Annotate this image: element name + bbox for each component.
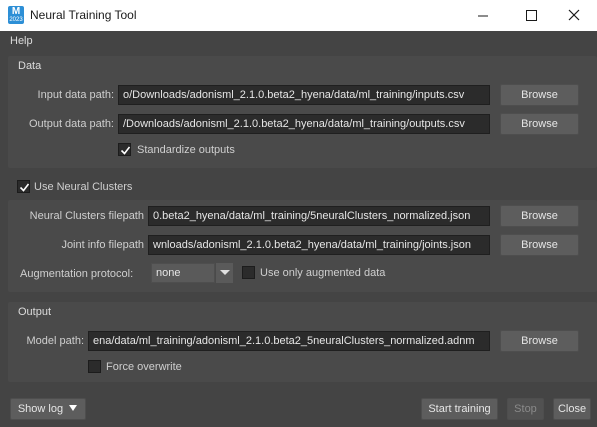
output-section-title: Output (18, 306, 52, 318)
show-log-label: Show log (17, 403, 64, 415)
menu-bar: Help (0, 31, 597, 51)
output-browse-button[interactable]: Browse (500, 113, 579, 135)
input-data-path-value: o/Downloads/adonisml_2.1.0.beta2_hyena/d… (123, 89, 465, 101)
standardize-outputs-checkbox[interactable] (118, 143, 131, 156)
close-button[interactable]: Close (553, 398, 591, 420)
clusters-browse-button[interactable]: Browse (500, 205, 579, 227)
app-icon-letter: M (11, 6, 21, 17)
close-icon (568, 9, 580, 21)
force-overwrite-label: Force overwrite (106, 361, 182, 373)
maximize-icon (526, 10, 537, 21)
output-data-label: Output data path: (28, 118, 114, 130)
use-only-augmented-label: Use only augmented data (260, 267, 386, 279)
joint-info-filepath-value: wnloads/adonisml_2.1.0.beta2_hyena/data/… (153, 239, 471, 251)
output-data-path-value: /Downloads/adonisml_2.1.0.beta2_hyena/da… (123, 118, 465, 130)
augmentation-dropdown-button[interactable] (215, 263, 233, 283)
start-training-button[interactable]: Start training (421, 398, 498, 420)
checkmark-icon (19, 183, 30, 192)
close-window-button[interactable] (551, 0, 597, 31)
show-log-button[interactable]: Show log (10, 398, 86, 420)
minimize-icon (478, 15, 488, 17)
minimize-button[interactable] (460, 0, 506, 31)
maximize-button[interactable] (508, 0, 554, 31)
menu-help[interactable]: Help (10, 35, 33, 47)
data-section-title: Data (18, 60, 42, 72)
use-neural-clusters-checkbox[interactable] (17, 180, 30, 193)
joint-browse-button[interactable]: Browse (500, 234, 579, 256)
joint-info-filepath-label: Joint info filepath (61, 239, 144, 251)
model-path-value: ena/data/ml_training/adonisml_2.1.0.beta… (93, 335, 475, 347)
chevron-down-icon (220, 270, 230, 275)
neural-clusters-filepath-value: 0.beta2_hyena/data/ml_training/5neuralCl… (153, 210, 471, 222)
window-title: Neural Training Tool (30, 8, 137, 22)
joint-info-filepath-field[interactable]: wnloads/adonisml_2.1.0.beta2_hyena/data/… (148, 235, 490, 255)
use-only-augmented-checkbox[interactable] (242, 266, 255, 279)
input-data-label: Input data path: (37, 89, 114, 101)
maya-app-icon: M 2023 (8, 6, 24, 24)
augmentation-protocol-value: none (156, 267, 181, 279)
augmentation-protocol-label: Augmentation protocol: (20, 268, 134, 280)
window-titlebar: M 2023 Neural Training Tool (0, 0, 597, 31)
use-neural-clusters-label: Use Neural Clusters (34, 181, 133, 193)
standardize-outputs-label: Standardize outputs (137, 144, 235, 156)
data-group: Data (8, 56, 597, 168)
model-browse-button[interactable]: Browse (500, 330, 579, 352)
neural-clusters-filepath-label: Neural Clusters filepath (29, 210, 144, 222)
input-browse-button[interactable]: Browse (500, 84, 579, 106)
stop-button[interactable]: Stop (507, 398, 544, 420)
model-path-label: Model path: (26, 335, 84, 347)
augmentation-protocol-select[interactable]: none (151, 263, 215, 283)
app-icon-sub: 2023 (9, 17, 23, 23)
model-path-field[interactable]: ena/data/ml_training/adonisml_2.1.0.beta… (88, 331, 490, 351)
triangle-down-icon (69, 405, 78, 411)
checkmark-icon (120, 146, 131, 155)
neural-clusters-filepath-field[interactable]: 0.beta2_hyena/data/ml_training/5neuralCl… (148, 206, 490, 226)
force-overwrite-checkbox[interactable] (88, 360, 101, 373)
output-data-path-field[interactable]: /Downloads/adonisml_2.1.0.beta2_hyena/da… (118, 114, 490, 134)
input-data-path-field[interactable]: o/Downloads/adonisml_2.1.0.beta2_hyena/d… (118, 85, 490, 105)
